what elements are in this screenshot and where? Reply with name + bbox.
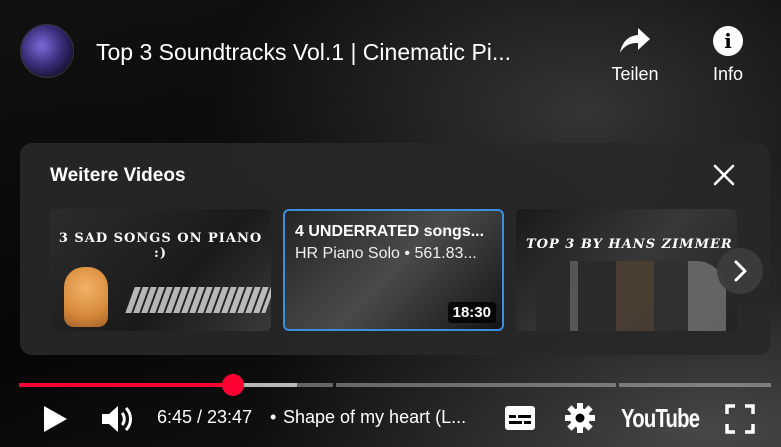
settings-gear-icon[interactable] xyxy=(565,403,595,433)
card-title: 4 UNDERRATED songs... xyxy=(295,223,485,240)
chapter-segment xyxy=(336,383,616,387)
card-info: 4 UNDERRATED songs... HR Piano Solo • 56… xyxy=(295,223,494,263)
play-icon[interactable] xyxy=(42,405,68,433)
duration-badge: 18:30 xyxy=(447,302,496,323)
video-card-focused[interactable]: 4 UNDERRATED songs... HR Piano Solo • 56… xyxy=(283,209,504,331)
youtube-logo[interactable]: YouTube xyxy=(621,403,700,434)
progress-bar[interactable] xyxy=(19,374,771,396)
more-videos-panel: Weitere Videos 3 SAD SONGS ON PIANO :) 4… xyxy=(20,143,770,355)
piano-keys-image xyxy=(125,287,271,313)
scrubber-handle[interactable] xyxy=(221,374,244,396)
video-card[interactable]: 3 SAD SONGS ON PIANO :) xyxy=(50,209,271,331)
chevron-right-icon xyxy=(734,260,747,282)
close-icon[interactable] xyxy=(712,163,736,187)
panel-heading: Weitere Videos xyxy=(50,165,186,186)
video-title[interactable]: Top 3 Soundtracks Vol.1 | Cinematic Pi..… xyxy=(96,39,586,66)
fullscreen-icon[interactable] xyxy=(725,404,755,434)
player-controls: 6:45 / 23:47 • Shape of my heart (L... Y… xyxy=(0,395,781,447)
played-bar xyxy=(19,383,233,387)
time-display: 6:45 / 23:47 xyxy=(157,407,253,427)
share-icon xyxy=(620,28,650,53)
share-button[interactable]: Teilen xyxy=(602,26,668,85)
kitten-image xyxy=(64,267,108,327)
top-bar: Top 3 Soundtracks Vol.1 | Cinematic Pi..… xyxy=(0,0,781,110)
share-label: Teilen xyxy=(611,64,659,84)
card-subtitle: HR Piano Solo • 561.83... xyxy=(295,245,477,262)
chapter-segment xyxy=(619,383,771,387)
info-icon: i xyxy=(713,26,743,56)
info-button[interactable]: i Info xyxy=(702,26,754,85)
chapter-title[interactable]: Shape of my heart (L... xyxy=(283,407,483,428)
volume-icon[interactable] xyxy=(100,403,136,435)
video-card[interactable]: TOP 3 BY HANS ZIMMER xyxy=(516,209,737,331)
next-videos-button[interactable] xyxy=(717,248,763,294)
thumbnail-text: TOP 3 BY HANS ZIMMER xyxy=(526,237,733,252)
info-label: Info xyxy=(712,64,744,84)
subtitles-icon[interactable] xyxy=(504,405,536,431)
movie-figures-image xyxy=(536,261,726,331)
thumbnail-text: 3 SAD SONGS ON PIANO :) xyxy=(58,231,263,261)
channel-avatar[interactable] xyxy=(20,24,74,78)
separator: • xyxy=(270,407,277,427)
